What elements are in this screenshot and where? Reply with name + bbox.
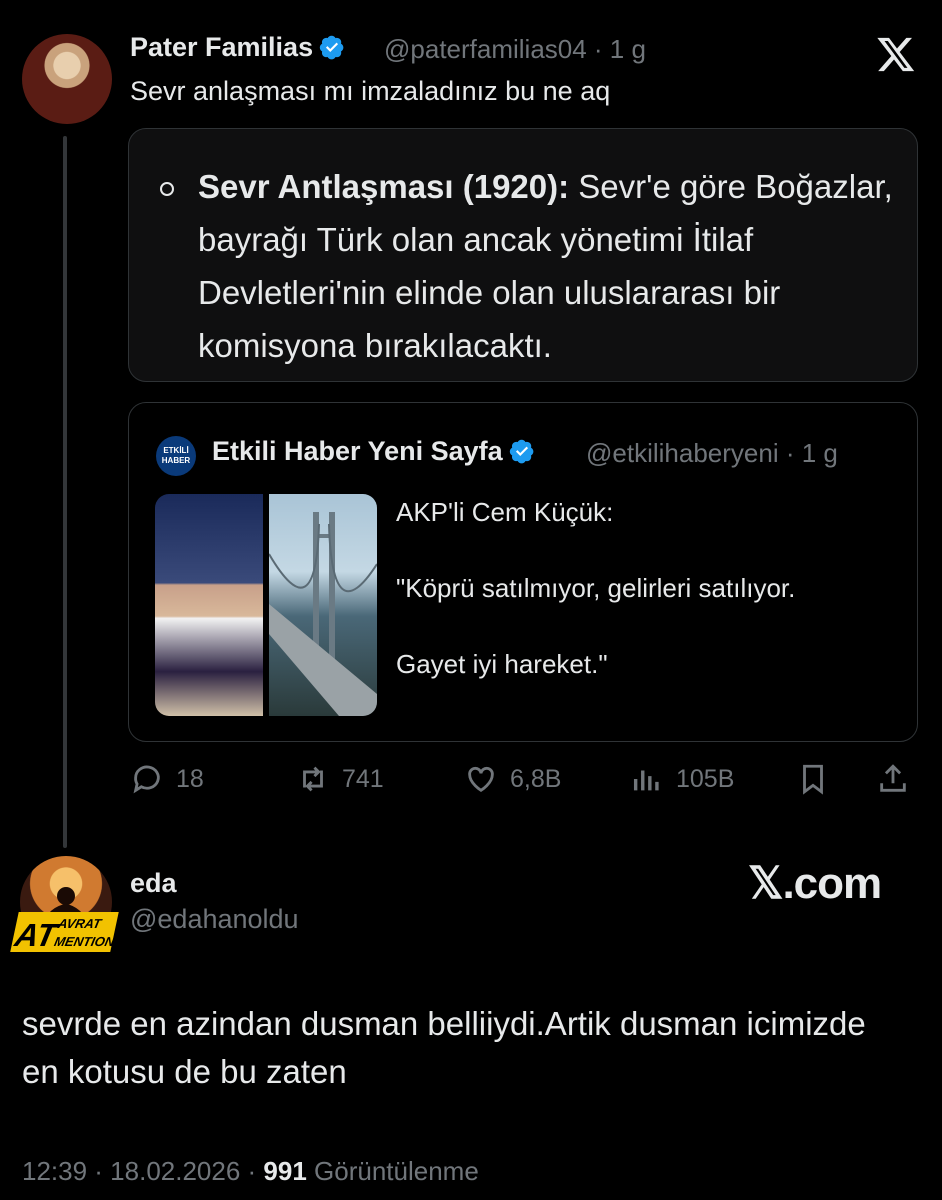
retweet-button[interactable]: 741	[296, 762, 384, 796]
quoted-line: Gayet iyi hareket."	[396, 649, 608, 679]
x-com-watermark: 𝕏.com	[748, 859, 882, 908]
verified-icon	[319, 35, 344, 60]
reply-views-count[interactable]: 991	[263, 1156, 306, 1186]
quoted-author-name[interactable]: Etkili Haber Yeni Sayfa	[212, 436, 535, 467]
retweet-count: 741	[342, 764, 384, 793]
speaker-photo	[155, 494, 263, 716]
retweet-icon	[303, 766, 323, 792]
reply-author-name[interactable]: eda	[130, 868, 177, 899]
reply-timestamp: 12:39 · 18.02.2026 ·	[22, 1156, 264, 1186]
author-avatar[interactable]	[22, 34, 112, 124]
bookmark-icon	[803, 764, 823, 795]
reply-views-label: Görüntülenme	[306, 1156, 479, 1186]
quoted-handle-time: @etkilihaberyeni · 1 g	[586, 438, 838, 468]
quoted-media-image[interactable]	[155, 494, 377, 716]
quoted-avatar[interactable]: ETKİLİ HABER	[156, 436, 196, 476]
share-button[interactable]	[876, 762, 910, 796]
bullet-marker	[160, 182, 174, 196]
screenshot-card-text: Sevr Antlaşması (1920): Sevr'e göre Boğa…	[198, 160, 898, 372]
svg-text:AVRAT: AVRAT	[56, 916, 104, 931]
x-logo-icon[interactable]	[876, 34, 916, 74]
avrat-mention-badge: AT AVRAT MENTION	[10, 912, 119, 953]
quoted-line: AKP'li Cem Küçük:	[396, 497, 614, 527]
reply-count: 18	[176, 764, 204, 793]
views-count: 105B	[676, 764, 735, 793]
author-name[interactable]: Pater Familias	[130, 32, 345, 63]
like-button[interactable]: 6,8B	[464, 762, 561, 796]
reply-button[interactable]: 18	[130, 762, 204, 796]
like-count: 6,8B	[510, 764, 562, 793]
reply-icon	[133, 765, 160, 794]
quoted-text: AKP'li Cem Küçük: "Köprü satılmıyor, gel…	[396, 493, 896, 721]
action-bar: 18 741 6,8B 105B	[130, 762, 920, 802]
author-handle-time: @paterfamilias04 · 1 g	[384, 34, 646, 64]
quoted-line: "Köprü satılmıyor, gelirleri satılıyor.	[396, 573, 796, 603]
card-bold-lead: Sevr Antlaşması (1920):	[198, 168, 570, 205]
views-button[interactable]: 105B	[630, 762, 734, 796]
svg-text:MENTION: MENTION	[53, 934, 117, 949]
reply-text: sevrde en azindan dusman belliiydi.Artik…	[22, 1005, 866, 1090]
reply-meta: 12:39 · 18.02.2026 · 991 Görüntülenme	[22, 1156, 479, 1187]
bookmark-button[interactable]	[796, 762, 830, 796]
bridge-photo	[268, 494, 377, 716]
tweet-text: Sevr anlaşması mı imzaladınız bu ne aq	[130, 76, 611, 106]
views-icon	[633, 770, 659, 791]
like-icon	[468, 766, 494, 793]
verified-icon	[509, 439, 534, 464]
share-icon	[880, 764, 906, 792]
bridge-icon	[268, 512, 377, 716]
reply-author-handle[interactable]: @edahanoldu	[130, 904, 299, 935]
thread-line	[63, 136, 67, 848]
